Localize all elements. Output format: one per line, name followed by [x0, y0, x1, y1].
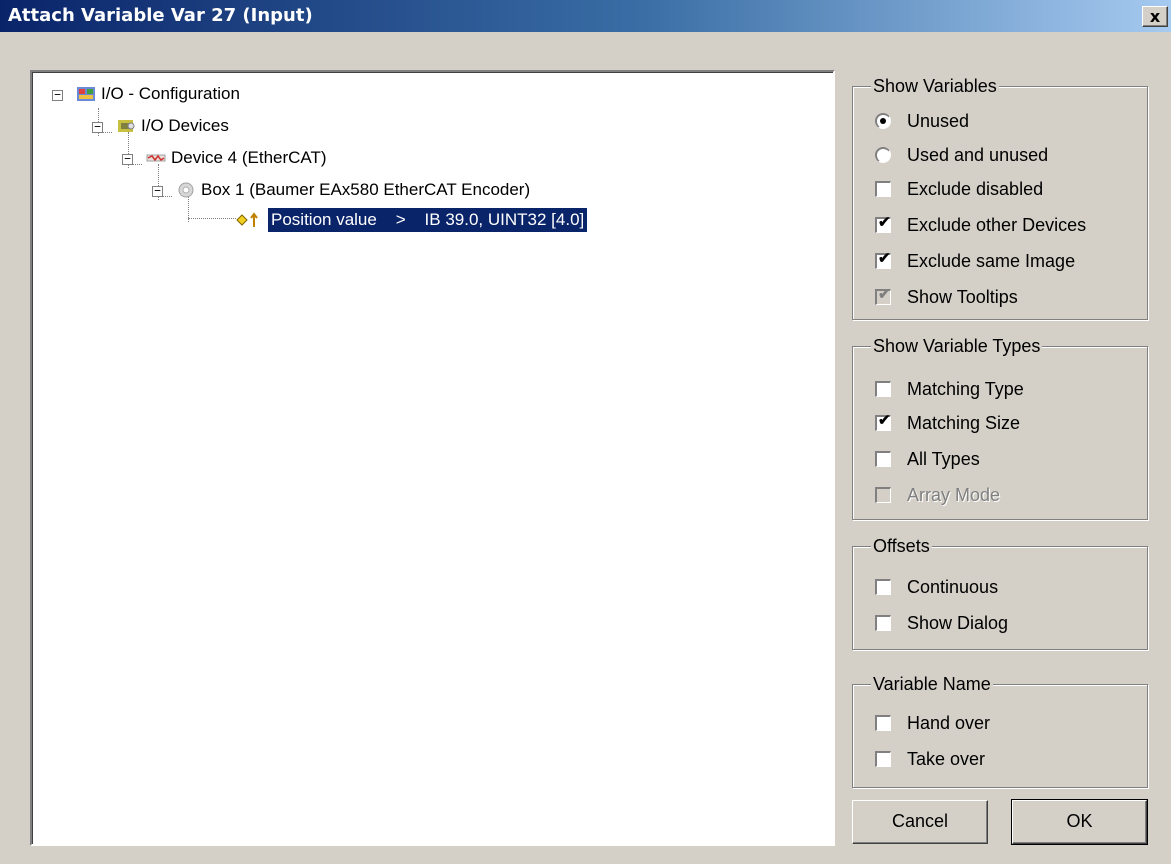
variable-tree[interactable]: − I/O - Configuration − I/O Devices − De…	[30, 70, 835, 846]
collapse-toggle[interactable]: −	[152, 185, 163, 197]
cancel-button[interactable]: Cancel	[852, 800, 988, 844]
radio-dot	[880, 118, 886, 124]
option-label: Unused	[907, 111, 970, 131]
option-label: Array Mode	[907, 485, 1001, 505]
option-label: Used and unused	[907, 145, 1049, 165]
show-variables-group: Show Variables Unused Used and unused Ex…	[852, 75, 1148, 320]
box-icon	[178, 182, 194, 198]
group-title: Show Variable Types	[871, 335, 1043, 357]
collapse-toggle[interactable]: −	[52, 89, 63, 101]
variable-name-group: Variable Name Hand over Take over	[852, 673, 1148, 788]
checkbox[interactable]: ✔	[875, 250, 891, 269]
io-configuration-icon	[77, 87, 95, 101]
ethercat-device-icon	[146, 154, 166, 162]
show-variable-types-group: Show Variable Types Matching Type ✔ Matc…	[852, 335, 1148, 520]
option-label: Matching Size	[907, 413, 1021, 433]
tree-item-label: Position value > IB 39.0, UINT32 [4.0]	[266, 207, 589, 233]
tree-item-label: Box 1 (Baumer EAx580 EtherCAT Encoder)	[201, 180, 531, 199]
group-title: Offsets	[871, 535, 932, 557]
radio-button[interactable]	[875, 147, 891, 163]
close-icon: x	[1149, 7, 1161, 26]
checkbox[interactable]: ✔	[875, 214, 891, 233]
checkbox[interactable]	[875, 579, 891, 595]
checkbox[interactable]	[875, 381, 891, 397]
option-label: Hand over	[907, 713, 991, 733]
tree-line	[188, 218, 236, 219]
title-bar: Attach Variable Var 27 (Input) x	[0, 0, 1171, 32]
checkbox[interactable]	[875, 751, 891, 767]
group-title: Variable Name	[871, 673, 993, 695]
tree-item-label: I/O - Configuration	[101, 84, 240, 103]
checkbox[interactable]	[875, 615, 891, 631]
checkbox[interactable]: ✔	[875, 286, 891, 305]
option-label: Take over	[907, 749, 986, 769]
checkmark-icon: ✔	[878, 286, 891, 303]
option-label: Exclude other Devices	[907, 215, 1087, 235]
option-label: Exclude same Image	[907, 251, 1076, 271]
option-label: Exclude disabled	[907, 179, 1044, 199]
radio-button[interactable]	[875, 113, 891, 129]
option-label: Matching Type	[907, 379, 1024, 399]
option-label: Show Tooltips	[907, 287, 1018, 307]
collapse-toggle[interactable]: −	[92, 121, 103, 133]
checkbox[interactable]	[875, 451, 891, 467]
checkbox[interactable]	[875, 181, 891, 197]
checkmark-icon: ✔	[878, 412, 891, 429]
window-title: Attach Variable Var 27 (Input)	[8, 5, 313, 26]
checkmark-icon: ✔	[878, 214, 891, 231]
checkbox[interactable]	[875, 715, 891, 731]
checkmark-icon: ✔	[878, 250, 891, 267]
group-title: Show Variables	[871, 75, 999, 97]
collapse-toggle[interactable]: −	[122, 153, 133, 165]
option-label: All Types	[907, 449, 980, 469]
close-button[interactable]: x	[1142, 6, 1168, 27]
option-label: Continuous	[907, 577, 999, 597]
tree-item-label: Device 4 (EtherCAT)	[171, 148, 327, 167]
tree-item-label: I/O Devices	[141, 116, 229, 135]
checkbox[interactable]: ✔	[875, 412, 891, 431]
option-label: Show Dialog	[907, 613, 1009, 633]
ok-button[interactable]: OK	[1011, 799, 1148, 845]
checkbox[interactable]	[875, 487, 891, 503]
io-devices-icon	[118, 120, 135, 132]
input-variable-icon	[236, 212, 258, 227]
offsets-group: Offsets Continuous Show Dialog	[852, 535, 1148, 650]
